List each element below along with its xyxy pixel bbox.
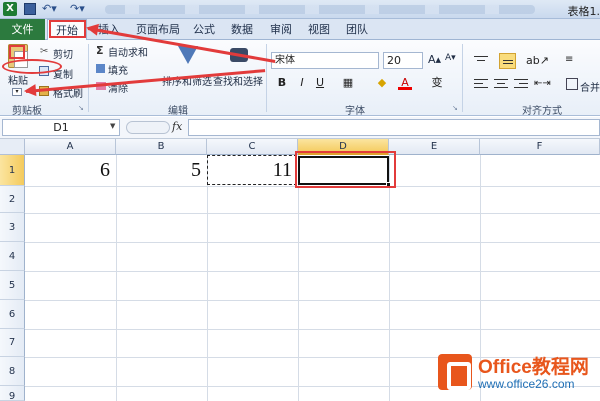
merge-button[interactable]: 合并 [580, 79, 600, 94]
borders-icon[interactable]: ▦ [340, 76, 356, 90]
tab-file[interactable]: 文件 [0, 19, 45, 40]
row-header-3[interactable]: 3 [0, 213, 25, 242]
italic-button[interactable]: I [295, 76, 309, 90]
font-name-select[interactable]: 宋体 [271, 52, 379, 69]
scissors-icon: ✂ [40, 46, 49, 57]
group-divider [266, 44, 267, 112]
wrap-text-icon[interactable]: ≡ [565, 54, 573, 65]
row-header-5[interactable]: 5 [0, 271, 25, 300]
alignment-group-label: 对齐方式 [522, 106, 562, 117]
row-header-4[interactable]: 4 [0, 242, 25, 271]
undo-icon[interactable]: ↶▾ [42, 2, 57, 16]
align-right-icon[interactable] [514, 78, 528, 90]
column-header-c[interactable]: C [207, 139, 298, 155]
grid-line [25, 300, 600, 301]
column-header-e[interactable]: E [389, 139, 480, 155]
column-header-b[interactable]: B [116, 139, 207, 155]
function-icon[interactable]: fx [172, 120, 182, 133]
excel-logo-icon: X [3, 2, 17, 16]
title-bar: X ↶▾ ↷▾ 表格1. [0, 0, 600, 19]
watermark: Office教程网 www.office26.com [438, 352, 598, 396]
fill-button[interactable]: 填充 [108, 62, 128, 77]
editing-group-label: 编辑 [168, 106, 188, 117]
tab-view[interactable]: 视图 [303, 19, 335, 40]
formula-controls[interactable] [126, 121, 170, 134]
ribbon: 粘贴 ▾ ✂ 剪切 复制 格式刷 剪贴板 ↘ Σ 自动求和 填充 清除 排序和筛… [0, 40, 600, 117]
grid-line [25, 242, 600, 243]
row-header-7[interactable]: 7 [0, 329, 25, 357]
formula-input[interactable] [188, 119, 600, 136]
row-header-2[interactable]: 2 [0, 186, 25, 213]
font-color-button[interactable]: A [398, 76, 412, 90]
shrink-font-icon[interactable]: A▾ [445, 53, 456, 63]
font-group-label: 字体 [345, 106, 365, 117]
autosum-button[interactable]: 自动求和 [108, 44, 148, 59]
cell-d1-annotation [295, 151, 396, 188]
align-top-icon[interactable] [474, 54, 488, 66]
align-middle-icon[interactable] [499, 53, 516, 69]
paste-dropdown-icon[interactable]: ▾ [12, 88, 22, 96]
grid-line [298, 155, 299, 401]
row-header-8[interactable]: 8 [0, 357, 25, 386]
redo-icon[interactable]: ↷▾ [70, 2, 85, 16]
copy-marquee [207, 155, 297, 185]
grid-line [389, 155, 390, 401]
orientation-icon[interactable]: ab↗ [526, 54, 549, 67]
align-center-icon[interactable] [494, 78, 508, 90]
clipboard-group-annotation [2, 59, 62, 74]
grid-line [207, 155, 208, 401]
fill-color-icon[interactable]: ◆ [375, 76, 389, 90]
watermark-url: www.office26.com [478, 377, 575, 391]
column-header-a[interactable]: A [25, 139, 116, 155]
tab-team[interactable]: 团队 [341, 19, 373, 40]
phonetic-button[interactable]: 变 [430, 76, 444, 90]
font-launcher-icon[interactable]: ↘ [452, 104, 458, 112]
cell-a1[interactable]: 6 [25, 155, 116, 185]
row-header-1[interactable]: 1 [0, 155, 25, 186]
grid-line [116, 155, 117, 401]
bold-button[interactable]: B [275, 76, 289, 90]
clipboard-group-label: 剪贴板 [12, 106, 42, 117]
grid-line [25, 271, 600, 272]
group-divider [462, 44, 463, 112]
select-all-corner[interactable] [0, 139, 25, 155]
home-tab-annotation [49, 20, 86, 38]
tab-review[interactable]: 审阅 [265, 19, 297, 40]
window-title: 表格1. [567, 5, 600, 18]
grid-line [25, 329, 600, 330]
column-header-f[interactable]: F [480, 139, 600, 155]
grow-font-icon[interactable]: A▴ [428, 53, 441, 66]
office-logo-icon [438, 354, 472, 390]
blurred-title-area [105, 5, 535, 14]
save-icon[interactable] [24, 3, 36, 15]
cut-button[interactable]: 剪切 [53, 46, 73, 61]
name-box[interactable]: D1 [2, 119, 120, 136]
name-box-dropdown-icon[interactable]: ▼ [110, 122, 115, 130]
watermark-brand: Office教程网 [478, 357, 589, 378]
clipboard-launcher-icon[interactable]: ↘ [78, 104, 84, 112]
underline-button[interactable]: U [313, 76, 327, 90]
paste-dropdown-annotation [9, 45, 25, 59]
row-header-9[interactable]: 9 [0, 386, 25, 401]
align-left-icon[interactable] [474, 78, 488, 90]
tab-data[interactable]: 数据 [226, 19, 258, 40]
formula-bar: D1 ▼ fx [0, 117, 600, 139]
font-size-select[interactable]: 20 [383, 52, 423, 69]
fill-icon [96, 64, 105, 73]
group-divider [88, 44, 89, 112]
indent-icon[interactable]: ⇤⇥ [534, 78, 551, 89]
autosum-icon: Σ [96, 44, 104, 57]
row-header-6[interactable]: 6 [0, 300, 25, 329]
grid-line [25, 213, 600, 214]
merge-icon [566, 78, 578, 90]
tab-formulas[interactable]: 公式 [188, 19, 220, 40]
cell-b1[interactable]: 5 [116, 155, 207, 185]
